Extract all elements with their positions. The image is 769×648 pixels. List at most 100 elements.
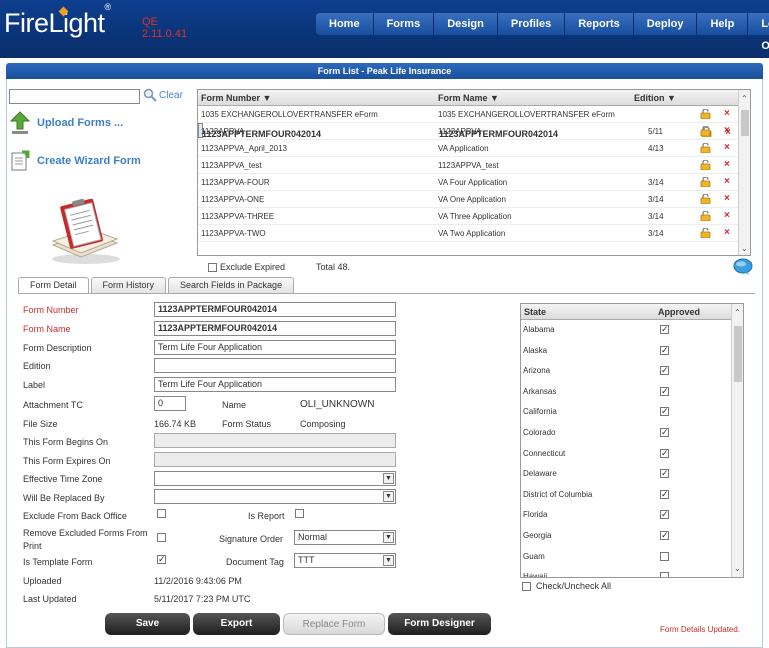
check-uncheck-all[interactable]: Check/Uncheck All	[522, 581, 611, 591]
approved-checkbox[interactable]: ✓	[660, 469, 669, 479]
is-report-checkbox[interactable]	[295, 509, 304, 518]
lock-icon[interactable]	[700, 109, 711, 119]
table-row[interactable]: 1123APPVA-ONE VA One Application 3/14 ×	[198, 191, 750, 208]
tab-divider	[18, 293, 755, 294]
approved-checkbox[interactable]	[660, 572, 669, 577]
table-row[interactable]: 1035 EXCHANGEROLLOVERTRANSFER eForm 1035 …	[198, 106, 750, 123]
delete-icon[interactable]: ×	[724, 176, 730, 187]
form-description-field[interactable]: Term Life Four Application	[154, 340, 396, 355]
exclude-expired-checkbox[interactable]	[208, 262, 217, 272]
state-table-scrollbar[interactable]: ⌃ ⌄	[731, 304, 743, 577]
table-row[interactable]: 1123APPVA_April_2013 VA Application 4/13 ×	[198, 140, 750, 157]
nav-help[interactable]: Help	[697, 13, 749, 35]
signature-order-label: Signature Order	[219, 534, 284, 544]
remove-excluded-checkbox[interactable]	[157, 533, 166, 542]
upload-forms-button[interactable]: Upload Forms ...	[9, 111, 123, 135]
exclude-expired-toggle[interactable]: Exclude Expired	[208, 262, 285, 272]
approved-checkbox[interactable]: ✓	[660, 325, 669, 334]
logo-reg-mark: ®	[104, 2, 112, 12]
nav-profiles[interactable]: Profiles	[497, 13, 566, 35]
table-row[interactable]: 1123APPVA_test 1123APPVA_test ×	[198, 157, 750, 174]
nav-logoff[interactable]: Log Off	[748, 13, 769, 52]
state-table-body: Alabama ✓ Alaska ✓ Arizona ✓ Arkansas ✓ Californ…	[521, 320, 743, 577]
scroll-down-arrow[interactable]: ⌄	[734, 564, 741, 573]
replace-form-button[interactable]: Replace Form	[283, 613, 385, 635]
begins-on-label: This Form Begins On	[23, 437, 109, 447]
table-row[interactable]: 1123APPVA-THREE VA Three Application 3/14 ×	[198, 208, 750, 225]
replaced-by-select[interactable]: ▼	[154, 489, 396, 504]
table-row[interactable]: 1123APPVA-TWO VA Two Application 3/14 ×	[198, 225, 750, 242]
approved-checkbox[interactable]: ✓	[660, 366, 669, 376]
lock-icon[interactable]	[700, 228, 711, 238]
nav-forms[interactable]: Forms	[373, 13, 435, 35]
approved-checkbox[interactable]: ✓	[660, 510, 669, 520]
approved-checkbox[interactable]	[660, 551, 669, 561]
lock-icon[interactable]	[700, 177, 711, 187]
form-number-field[interactable]: 1123APPTERMFOUR042014	[154, 302, 396, 317]
table-row[interactable]: 1123APPVA-FOUR VA Four Application 3/14 ×	[198, 174, 750, 191]
delete-icon[interactable]: ×	[724, 108, 730, 119]
nav-home[interactable]: Home	[316, 13, 374, 35]
approved-checkbox[interactable]: ✓	[660, 345, 669, 355]
begins-on-field[interactable]	[154, 433, 396, 448]
nav-design[interactable]: Design	[434, 13, 498, 35]
scrollbar-thumb[interactable]	[734, 326, 742, 382]
list-item: California ✓	[521, 402, 743, 423]
tab-search-fields[interactable]: Search Fields in Package	[168, 277, 295, 293]
search-input[interactable]	[9, 89, 140, 104]
export-button[interactable]: Export	[193, 613, 280, 635]
exclude-back-office-checkbox[interactable]	[157, 509, 166, 518]
approved-checkbox[interactable]: ✓	[660, 530, 669, 540]
column-form-name[interactable]: Form Name ▼	[438, 93, 499, 103]
label-field[interactable]: Term Life Four Application	[154, 377, 396, 392]
column-form-number[interactable]: Form Number ▼	[201, 93, 271, 103]
delete-icon[interactable]: ×	[724, 193, 730, 204]
chat-bubble-icon[interactable]	[733, 258, 753, 276]
scroll-up-arrow[interactable]: ⌃	[734, 308, 741, 317]
delete-icon[interactable]: ×	[724, 159, 730, 170]
state-name: Georgia	[523, 530, 552, 540]
nav-deploy[interactable]: Deploy	[633, 13, 698, 35]
scroll-up-arrow[interactable]: ⌃	[741, 94, 748, 103]
delete-icon[interactable]: ×	[724, 142, 730, 153]
scrollbar-thumb[interactable]	[741, 110, 749, 136]
lock-icon[interactable]	[700, 160, 711, 170]
approved-checkbox[interactable]: ✓	[660, 489, 669, 499]
template-form-label: Is Template Form	[23, 557, 93, 567]
time-zone-select[interactable]: ▼	[154, 471, 396, 486]
signature-order-select[interactable]: Normal ▼	[294, 530, 396, 545]
form-name-field[interactable]: 1123APPTERMFOUR042014	[154, 321, 396, 336]
delete-icon[interactable]: ×	[724, 125, 730, 136]
form-designer-button[interactable]: Form Designer	[388, 613, 491, 635]
column-edition[interactable]: Edition ▼	[634, 93, 676, 103]
template-form-checkbox[interactable]: ✓	[157, 555, 166, 564]
table-row[interactable]: 1123APPVA 1123APPVA 5/11 ×	[198, 123, 750, 140]
forms-table-scrollbar[interactable]: ⌃ ⌄	[738, 90, 750, 255]
approved-checkbox[interactable]: ✓	[660, 386, 669, 396]
delete-icon[interactable]: ×	[724, 210, 730, 221]
delete-icon[interactable]: ×	[724, 227, 730, 238]
approved-checkbox[interactable]: ✓	[660, 427, 669, 437]
approved-checkbox[interactable]: ✓	[660, 407, 669, 417]
attachment-tc-field[interactable]: 0	[154, 396, 186, 411]
search-icon[interactable]	[143, 88, 157, 102]
clear-link[interactable]: Clear	[159, 90, 183, 101]
save-button[interactable]: Save	[105, 613, 190, 635]
check-all-checkbox[interactable]	[522, 581, 531, 591]
lock-icon[interactable]	[700, 194, 711, 204]
scroll-down-arrow[interactable]: ⌄	[741, 244, 748, 253]
tab-form-history[interactable]: Form History	[90, 277, 167, 293]
expires-on-field[interactable]	[154, 452, 396, 467]
document-tag-select[interactable]: TTT ▼	[294, 553, 396, 568]
form-name-cell: VA One Application	[438, 195, 506, 204]
edition-field[interactable]	[154, 358, 396, 373]
name-value: OLI_UNKNOWN	[300, 399, 375, 410]
tab-form-detail[interactable]: Form Detail	[18, 277, 89, 293]
lock-icon[interactable]	[700, 211, 711, 221]
lock-icon[interactable]	[700, 126, 711, 136]
create-wizard-form-button[interactable]: Create Wizard Form	[9, 150, 141, 172]
state-name: Delaware	[523, 469, 557, 479]
approved-checkbox[interactable]: ✓	[660, 448, 669, 458]
lock-icon[interactable]	[700, 143, 711, 153]
nav-reports[interactable]: Reports	[565, 13, 634, 35]
